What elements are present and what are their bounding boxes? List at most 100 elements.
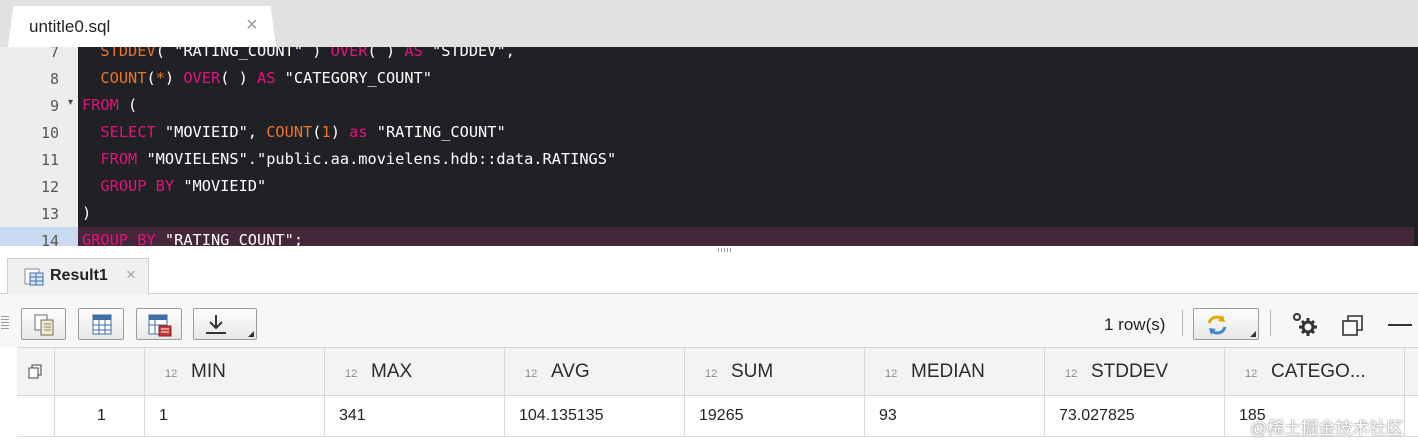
table-row[interactable]: 1 1 341 104.135135 19265 93 73.027825 185 [17, 396, 1418, 437]
grid-corner[interactable] [17, 348, 55, 395]
numeric-type-icon: 12 [165, 368, 178, 380]
code-line[interactable]: GROUP BY "MOVIEID" [82, 173, 1418, 200]
code-token: "MOVIEID" [174, 177, 267, 195]
cell-value: 341 [339, 407, 366, 424]
table-cell[interactable]: 341 [325, 396, 505, 436]
code-token: AS [404, 47, 423, 60]
table-cell[interactable]: 73.027825 [1045, 396, 1225, 436]
code-token: ) [330, 123, 350, 141]
code-line[interactable]: STDDEV( "RATING_COUNT" ) OVER( ) AS "STD… [82, 47, 1418, 65]
code-token: "CATEGORY_COUNT" [275, 69, 433, 87]
code-line[interactable]: FROM "MOVIELENS"."public.aa.movielens.hd… [82, 146, 1418, 173]
line-number: 9 ▾ [0, 92, 78, 119]
column-header[interactable]: 12 AVG [505, 348, 685, 395]
restore-window-icon[interactable] [1340, 312, 1366, 338]
code-token: FROM [100, 150, 138, 168]
close-icon[interactable]: × [246, 15, 258, 35]
watermark-text: @稀土掘金技术社区 [1250, 419, 1404, 438]
code-token: ( [146, 69, 156, 87]
minimize-icon[interactable] [1386, 312, 1414, 338]
code-token: "RATING_COUNT" [367, 123, 506, 141]
numeric-type-icon: 12 [705, 368, 718, 380]
code-token: as [349, 123, 368, 141]
column-header[interactable]: 12 STDDEV [1045, 348, 1225, 395]
code-line[interactable]: ) [82, 200, 1418, 227]
line-number: 10 [0, 119, 78, 146]
download-button[interactable] [193, 308, 257, 340]
column-header[interactable]: 12 MAX [325, 348, 505, 395]
line-number-text: 9 [49, 97, 59, 115]
numeric-type-icon: 12 [525, 368, 538, 380]
numeric-type-icon: 12 [1065, 368, 1078, 380]
code-token: GROUP BY [82, 231, 156, 246]
code-line[interactable]: GROUP BY "RATING_COUNT"; [78, 227, 1414, 246]
editor-tab-untitle0[interactable]: untitle0.sql × [8, 6, 276, 47]
column-header[interactable]: 12 MIN [145, 348, 325, 395]
line-number: 11 [0, 146, 78, 173]
row-number-text: 1 [97, 407, 106, 424]
cell-value: 93 [879, 407, 897, 424]
column-header-label: MIN [191, 361, 226, 382]
table-settings-button[interactable] [136, 308, 182, 340]
column-header[interactable]: 12 MEDIAN [865, 348, 1045, 395]
column-header-label: MEDIAN [911, 361, 985, 382]
editor-tab-label: untitle0.sql [29, 17, 111, 36]
code-token: "MOVIEID", [155, 123, 267, 141]
sql-editor[interactable]: 7 8 9 ▾ 10 11 12 13 14 STDDEV( "RATING_COUNT" ) … [0, 47, 1418, 246]
code-token: GROUP BY [100, 177, 175, 195]
code-token: "STDDEV", [422, 47, 515, 60]
code-token: ) [164, 69, 184, 87]
code-token: ( ) [367, 47, 405, 60]
code-token: ( ) [220, 69, 258, 87]
result-tab-result1[interactable]: Result1 × [7, 258, 149, 294]
line-number-text: 14 [40, 232, 59, 246]
column-header-label: MAX [371, 361, 413, 382]
table-cell[interactable]: 19265 [685, 396, 865, 436]
code-token: STDDEV [100, 47, 156, 60]
code-token: 1 [321, 123, 331, 141]
column-header[interactable]: 12 SUM [685, 348, 865, 395]
row-selector[interactable] [17, 396, 55, 436]
column-header-label: STDDEV [1091, 361, 1169, 382]
table-cell[interactable]: 104.135135 [505, 396, 685, 436]
refresh-button[interactable] [1193, 308, 1259, 340]
copy-rows-icon[interactable] [17, 348, 55, 397]
gear-icon[interactable] [1290, 311, 1320, 339]
row-count-label: 1 row(s) [1104, 315, 1166, 334]
close-icon[interactable]: × [126, 265, 136, 285]
line-number: 14 [0, 227, 78, 246]
table-cell[interactable]: 93 [865, 396, 1045, 436]
table-cell[interactable]: 1 [145, 396, 325, 436]
line-number-text: 13 [40, 205, 59, 223]
side-grip-icon[interactable] [1, 316, 9, 330]
code-token: "RATING_COUNT"; [155, 231, 304, 246]
dropdown-icon[interactable] [248, 331, 254, 337]
copy-button[interactable] [21, 308, 66, 340]
code-token: ( [118, 96, 138, 114]
line-number: 7 [0, 47, 78, 65]
code-token: FROM [82, 96, 119, 114]
code-line[interactable]: COUNT(*) OVER( ) AS "CATEGORY_COUNT" [82, 65, 1418, 92]
line-number: 8 [0, 65, 78, 92]
toolbar-divider [1270, 310, 1271, 336]
row-number-header [55, 348, 145, 395]
column-header-label: CATEGO... [1271, 361, 1366, 382]
fold-chevron-icon[interactable]: ▾ [68, 97, 73, 108]
code-token: * [155, 69, 165, 87]
column-header[interactable]: 12 CATEGO... [1225, 348, 1405, 395]
numeric-type-icon: 12 [885, 368, 898, 380]
dropdown-icon[interactable] [1250, 331, 1256, 337]
cell-value: 104.135135 [519, 407, 604, 424]
splitter-grip-icon[interactable] [718, 248, 732, 252]
code-line[interactable]: FROM ( [82, 92, 1418, 119]
code-line[interactable]: SELECT "MOVIEID", COUNT(1) as "RATING_CO… [82, 119, 1418, 146]
table-view-button[interactable] [78, 308, 124, 340]
cell-value: 1 [159, 407, 168, 424]
code-token: ) [82, 204, 92, 222]
code-token: AS [257, 69, 276, 87]
code-token: SELECT [100, 123, 156, 141]
panel-splitter[interactable] [0, 246, 1418, 258]
